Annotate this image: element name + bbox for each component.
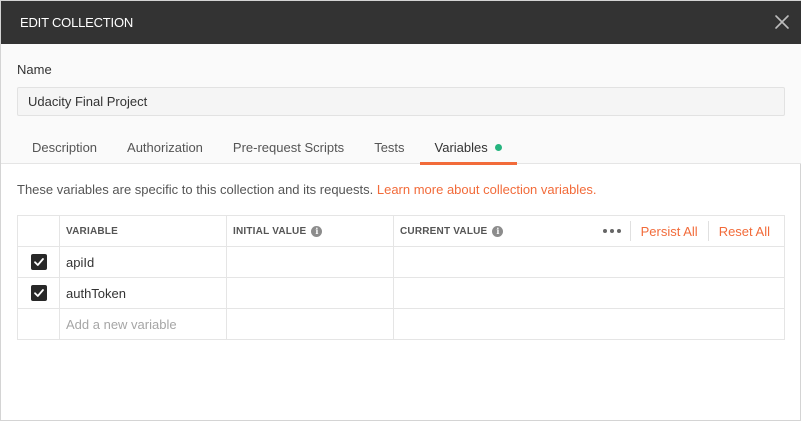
current-value-cell[interactable] bbox=[393, 247, 784, 277]
learn-more-link[interactable]: Learn more about collection variables. bbox=[377, 182, 597, 197]
dialog-title: EDIT COLLECTION bbox=[20, 15, 134, 30]
variables-info: These variables are specific to this col… bbox=[17, 182, 597, 197]
header-initial-value: INITIAL VALUE i bbox=[226, 216, 393, 246]
row-checkbox[interactable] bbox=[30, 285, 47, 301]
dialog-titlebar: EDIT COLLECTION bbox=[1, 1, 801, 44]
edit-collection-dialog: EDIT COLLECTION Name Description Authori… bbox=[0, 0, 801, 421]
initial-value-cell[interactable] bbox=[226, 278, 393, 308]
info-icon[interactable]: i bbox=[311, 225, 323, 237]
more-horizontal-icon[interactable] bbox=[594, 221, 631, 241]
initial-value-cell[interactable] bbox=[226, 247, 393, 277]
variables-table: VARIABLE INITIAL VALUE i CURRENT VALUE i… bbox=[17, 215, 785, 340]
collection-tabs: Description Authorization Pre-request Sc… bbox=[17, 130, 518, 165]
checkmark-icon bbox=[33, 289, 44, 297]
row-checkbox[interactable] bbox=[30, 254, 47, 270]
new-variable-row: Add a new variable bbox=[18, 309, 784, 340]
active-indicator-dot bbox=[494, 143, 502, 151]
close-icon[interactable] bbox=[774, 14, 790, 30]
new-initial-value-cell[interactable] bbox=[226, 309, 393, 340]
tab-variables[interactable]: Variables bbox=[419, 130, 518, 165]
collection-header-section: Name Description Authorization Pre-reque… bbox=[1, 44, 801, 165]
tab-authorization[interactable]: Authorization bbox=[112, 130, 218, 164]
header-check-cell bbox=[18, 216, 59, 246]
variable-cell[interactable]: apiId bbox=[59, 247, 226, 277]
tab-description[interactable]: Description bbox=[17, 130, 112, 164]
reset-all-button[interactable]: Reset All bbox=[709, 221, 784, 241]
name-label: Name bbox=[17, 62, 52, 77]
collection-name-input[interactable] bbox=[17, 87, 785, 116]
header-variable: VARIABLE bbox=[59, 216, 226, 246]
new-current-value-cell[interactable] bbox=[393, 309, 784, 340]
table-actions: Persist All Reset All bbox=[594, 216, 784, 246]
table-row: authToken bbox=[18, 278, 784, 309]
info-icon[interactable]: i bbox=[492, 225, 504, 237]
persist-all-button[interactable]: Persist All bbox=[631, 221, 708, 241]
checkmark-icon bbox=[33, 258, 44, 266]
tab-tests[interactable]: Tests bbox=[359, 130, 419, 164]
tab-pre-request-scripts[interactable]: Pre-request Scripts bbox=[218, 130, 359, 164]
table-header-row: VARIABLE INITIAL VALUE i CURRENT VALUE i… bbox=[18, 216, 784, 247]
new-variable-input[interactable]: Add a new variable bbox=[59, 309, 226, 340]
table-row: apiId bbox=[18, 247, 784, 278]
variable-cell[interactable]: authToken bbox=[59, 278, 226, 308]
current-value-cell[interactable] bbox=[393, 278, 784, 308]
